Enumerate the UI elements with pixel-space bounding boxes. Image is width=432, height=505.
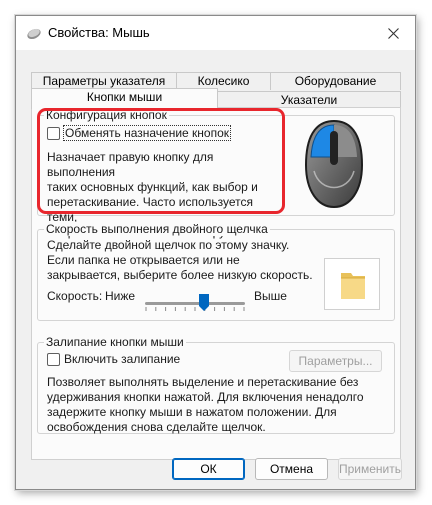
click-lock-label[interactable]: Включить залипание xyxy=(64,352,180,366)
close-button[interactable] xyxy=(371,16,415,50)
speed-slider[interactable] xyxy=(145,294,245,314)
button-config-title: Конфигурация кнопок xyxy=(44,108,169,122)
click-lock-settings-button[interactable]: Параметры... xyxy=(289,350,382,372)
double-click-desc-line: Сделайте двойной щелчок по этому значку. xyxy=(47,238,290,252)
test-folder-area[interactable] xyxy=(324,258,380,310)
click-lock-title: Залипание кнопки мыши xyxy=(44,335,186,349)
double-click-desc-line: закрывается, выберите более низкую скоро… xyxy=(47,268,313,282)
tab-buttons[interactable]: Кнопки мыши xyxy=(31,88,218,109)
cancel-button[interactable]: Отмена xyxy=(255,458,328,480)
folder-icon[interactable] xyxy=(339,269,367,301)
window-title: Свойства: Мышь xyxy=(48,25,150,40)
title-bar: Свойства: Мышь xyxy=(16,16,415,50)
speed-slow-label: Ниже xyxy=(105,289,136,303)
swap-desc-line: перетаскивание. Часто используется теми, xyxy=(47,195,253,224)
double-click-description: Сделайте двойной щелчок по этому значку.… xyxy=(47,238,317,283)
swap-desc-line: Назначает правую кнопку для выполнения xyxy=(47,150,214,179)
click-lock-desc-line: освобождения снова сделайте щелчок. xyxy=(47,420,266,434)
double-click-title: Скорость выполнения двойного щелчка xyxy=(44,222,270,236)
speed-label: Скорость: xyxy=(47,289,103,303)
click-lock-description: Позволяет выполнять выделение и перетаск… xyxy=(47,375,387,435)
click-lock-checkbox[interactable] xyxy=(47,352,60,366)
click-lock-desc-line: Позволяет выполнять выделение и перетаск… xyxy=(47,375,359,389)
tab-hardware[interactable]: Оборудование xyxy=(270,72,401,90)
close-icon xyxy=(387,27,399,39)
slider-ticks xyxy=(145,307,245,311)
swap-buttons-label[interactable]: Обменять назначение кнопок xyxy=(62,125,232,141)
swap-buttons-row[interactable]: Обменять назначение кнопок xyxy=(47,125,232,141)
mouse-icon xyxy=(27,28,41,40)
double-click-desc-line: Если папка не открывается или не xyxy=(47,253,240,267)
slider-track[interactable] xyxy=(145,302,245,305)
swap-desc-line: таких основных функций, как выбор и xyxy=(47,180,258,194)
mouse-illustration-icon xyxy=(304,119,364,209)
apply-button[interactable]: Применить xyxy=(338,458,402,480)
click-lock-desc-line: удерживания кнопки нажатой. Для включени… xyxy=(47,390,364,404)
ok-button[interactable]: ОК xyxy=(172,458,245,480)
speed-fast-label: Выше xyxy=(254,289,287,303)
tab-strip: Параметры указателя Колесико Оборудовани… xyxy=(16,50,415,109)
swap-buttons-checkbox[interactable] xyxy=(47,126,60,140)
click-lock-row[interactable]: Включить залипание xyxy=(47,352,180,366)
click-lock-desc-line: задержите кнопку мыши в нажатом положени… xyxy=(47,405,337,419)
slider-thumb[interactable] xyxy=(199,294,209,312)
